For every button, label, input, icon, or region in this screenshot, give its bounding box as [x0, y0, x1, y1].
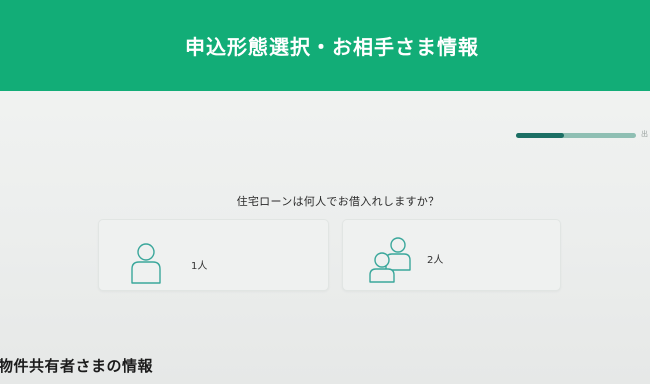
screen: 申込形態選択・お相手さま情報 出 住宅ローンは何人でお借入れしますか？ 1人 2…: [0, 0, 650, 384]
page-title: 申込形態選択・お相手さま情報: [185, 35, 479, 59]
two-people-icon: [368, 236, 414, 288]
option-one-person-label: 1人: [191, 261, 208, 272]
option-two-people[interactable]: 2人: [342, 219, 561, 291]
progress-bar: [516, 133, 636, 138]
progress-bar-fill: [516, 133, 564, 138]
section-title-co-owner: 物件共有者さまの情報: [0, 357, 154, 375]
single-person-icon: [130, 242, 166, 290]
option-two-people-label: 2人: [427, 255, 444, 266]
option-one-person[interactable]: 1人: [98, 219, 329, 291]
page-header: 申込形態選択・お相手さま情報: [0, 0, 650, 91]
borrower-count-question: 住宅ローンは何人でお借入れしますか？: [236, 195, 440, 208]
progress-step-label: 出: [641, 130, 648, 138]
